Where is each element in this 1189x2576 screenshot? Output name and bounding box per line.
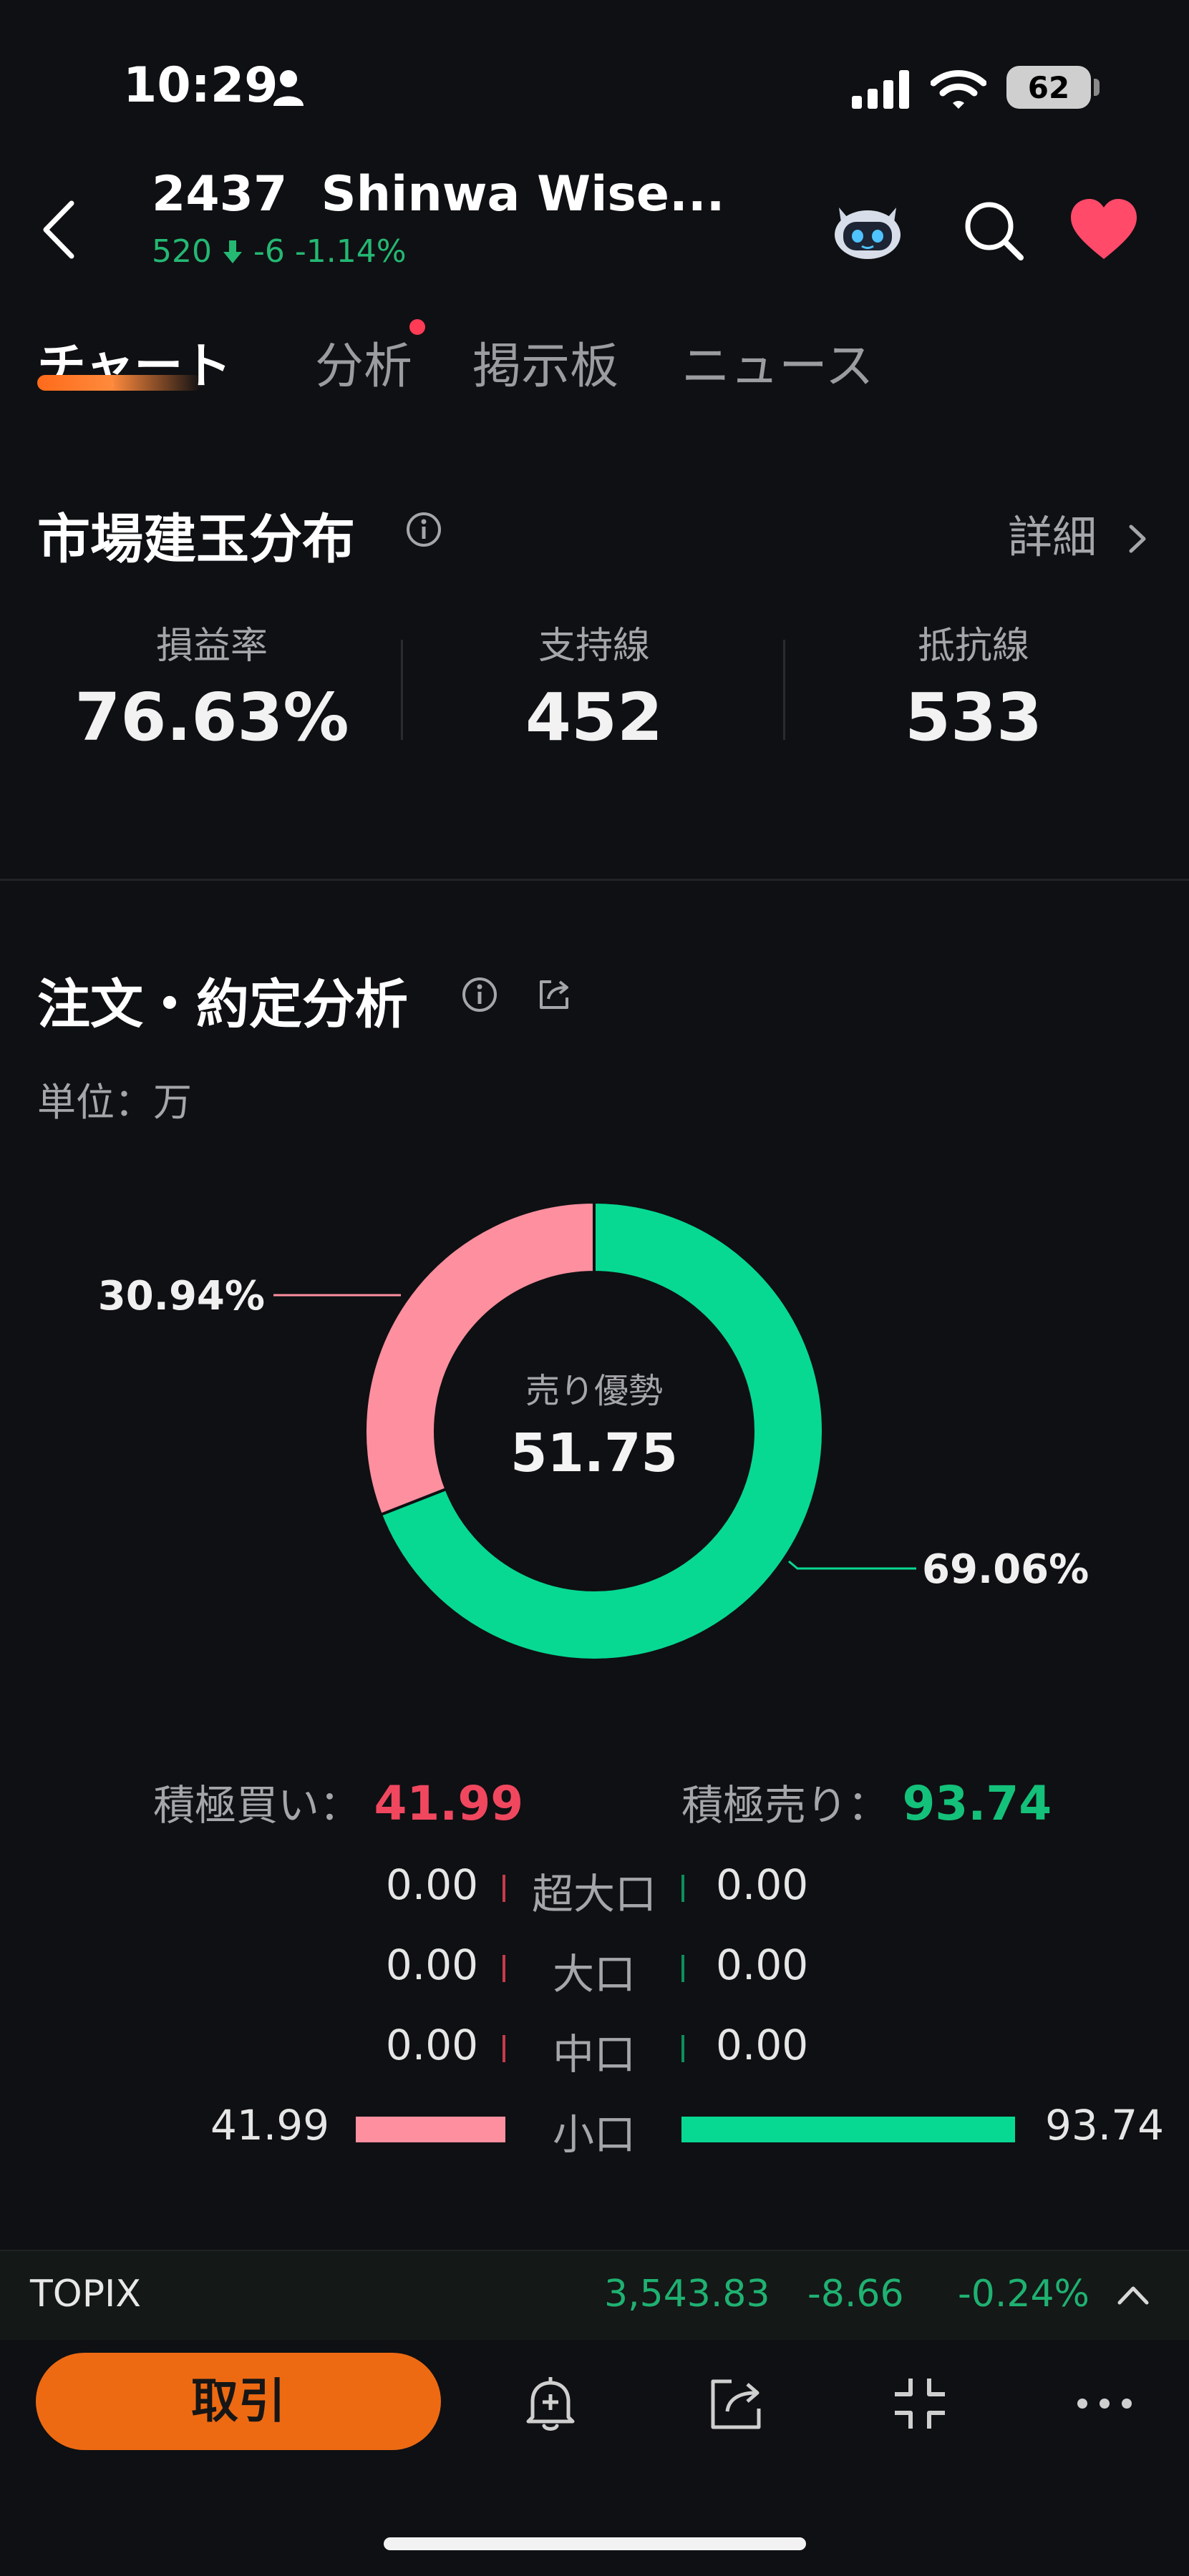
stat-value: 452 (525, 679, 664, 756)
sell-volume-bar (681, 1955, 684, 1982)
battery-tip (1094, 79, 1100, 96)
ticker-value: 3,543.83 (604, 2273, 770, 2316)
price-change-pct: -1.14% (294, 233, 407, 270)
order-size-row: 41.99 小口 93.74 (0, 2101, 1189, 2159)
ticker-change-pct: -0.24% (958, 2273, 1089, 2316)
more-icon[interactable] (1074, 2373, 1135, 2434)
sell-percentage-label: 69.06% (922, 1546, 1089, 1593)
collapse-icon[interactable] (889, 2373, 951, 2434)
tab-analysis[interactable]: 分析 (315, 326, 412, 397)
tab-board[interactable]: 掲示板 (472, 326, 618, 397)
stat-label: 損益率 (155, 625, 268, 668)
order-size-row: 0.00 大口 0.00 (0, 1941, 1189, 1999)
position-distribution-title: 市場建玉分布 (37, 509, 355, 570)
section-divider (0, 879, 1189, 881)
unit-label: 単位：万 (37, 1080, 192, 1125)
cellular-signal-icon (852, 70, 909, 109)
stat-support-line: 支持線 452 (408, 615, 780, 756)
stat-resistance-line: 抵抗線 533 (787, 615, 1160, 756)
buy-volume-value: 0.00 (385, 1941, 478, 1989)
ticker-name: TOPIX (30, 2273, 142, 2316)
bell-plus-icon[interactable] (520, 2373, 581, 2434)
sell-leader-line (788, 1560, 916, 1570)
sell-volume-value: 0.00 (716, 1860, 809, 1909)
order-size-row: 0.00 超大口 0.00 (0, 1860, 1189, 1918)
order-size-row: 0.00 中口 0.00 (0, 2021, 1189, 2079)
buy-volume-bar (503, 1955, 505, 1982)
active-buy-label: 積極買い： (153, 1781, 361, 1830)
buy-volume-bar (356, 2117, 505, 2142)
info-icon[interactable] (461, 976, 498, 1013)
stat-value: 533 (904, 679, 1043, 756)
battery-indicator: 62 (1006, 66, 1091, 109)
tab-news[interactable]: ニュース (681, 326, 874, 397)
sell-volume-bar (681, 2117, 1015, 2142)
order-size-label: 超大口 (531, 1870, 656, 1918)
chevron-up-icon[interactable] (1115, 2280, 1151, 2308)
active-buy-row: 積極買い： 41.99 (153, 1772, 523, 1832)
buy-volume-bar (503, 2035, 505, 2062)
home-indicator (384, 2537, 806, 2550)
sell-volume-value: 93.74 (1045, 2101, 1165, 2150)
stock-code: 2437 (152, 166, 288, 223)
order-size-label: 大口 (552, 1950, 636, 1999)
trade-button[interactable]: 取引 (36, 2353, 441, 2450)
active-tab-underline (37, 375, 202, 391)
buy-percentage-label: 30.94% (98, 1273, 265, 1319)
ai-assistant-robot-icon[interactable] (832, 193, 903, 262)
price-change: -6 (253, 233, 285, 270)
chevron-right-icon (1129, 525, 1146, 553)
order-size-label: 中口 (552, 2030, 636, 2079)
sell-volume-value: 0.00 (716, 2021, 809, 2069)
stock-title[interactable]: 2437 Shinwa Wise... (152, 166, 725, 223)
detail-link[interactable]: 詳細 (1008, 501, 1151, 565)
stock-name: Shinwa Wise... (321, 166, 725, 223)
divider (401, 640, 403, 740)
back-icon[interactable] (37, 197, 80, 262)
buy-volume-bar (503, 1875, 505, 1902)
donut-center-value: 51.75 (510, 1423, 678, 1484)
active-sell-value: 93.74 (902, 1776, 1052, 1831)
price-line: 520 -6 -1.14% (152, 233, 407, 270)
share-icon[interactable] (706, 2373, 767, 2434)
active-buy-value: 41.99 (374, 1776, 524, 1831)
order-donut-chart: 30.94% 69.06% 売り優勢 51.75 (98, 1200, 1089, 1662)
person-icon (273, 70, 304, 106)
battery-level: 62 (1027, 70, 1070, 105)
search-icon[interactable] (961, 197, 1025, 262)
share-icon[interactable] (535, 976, 573, 1013)
buy-volume-value: 41.99 (210, 2101, 329, 2150)
buy-volume-value: 0.00 (385, 2021, 478, 2069)
stock-price: 520 (152, 233, 212, 270)
stat-value: 76.63% (74, 679, 349, 756)
sell-volume-value: 0.00 (716, 1941, 809, 1989)
divider (783, 640, 785, 740)
order-size-label: 小口 (552, 2110, 636, 2159)
sell-volume-bar (681, 1875, 684, 1902)
stat-label: 支持線 (538, 625, 650, 668)
info-icon[interactable] (405, 511, 442, 548)
detail-label: 詳細 (1008, 511, 1097, 563)
arrow-down-icon (223, 240, 242, 263)
stat-label: 抵抗線 (917, 625, 1029, 668)
active-sell-label: 積極売り： (681, 1781, 890, 1830)
donut-center-label: 売り優勢 (525, 1371, 663, 1411)
active-sell-row: 積極売り： 93.74 (681, 1772, 1052, 1832)
notification-dot (409, 319, 425, 335)
sell-volume-bar (681, 2035, 684, 2062)
wifi-icon (931, 70, 986, 109)
buy-volume-value: 0.00 (385, 1860, 478, 1909)
ticker-change: -8.66 (807, 2273, 904, 2316)
status-time: 10:29 (123, 57, 278, 114)
favorite-heart-icon[interactable] (1068, 197, 1140, 262)
order-analysis-title: 注文・約定分析 (37, 974, 408, 1035)
stat-profit-rate: 損益率 76.63% (26, 615, 398, 756)
